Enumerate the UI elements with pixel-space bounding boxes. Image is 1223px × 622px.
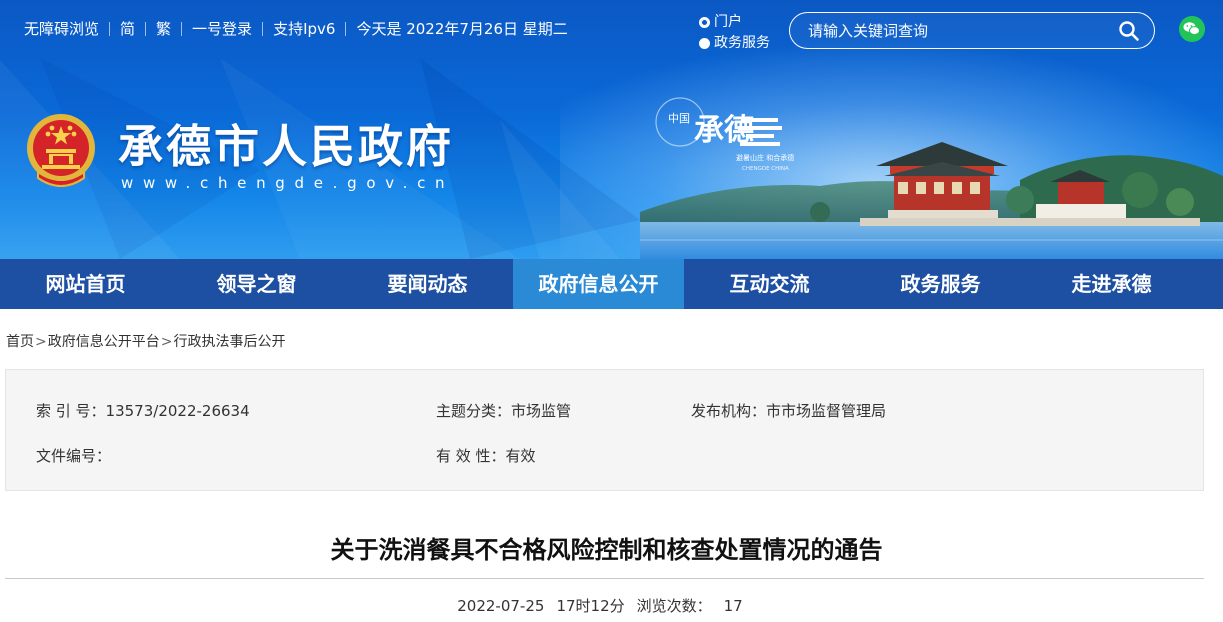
index-number: 索 引 号：13573/2022-26634 (36, 400, 250, 421)
topic-value: 市场监管 (511, 402, 572, 420)
separator (262, 21, 264, 36)
national-emblem-icon (27, 114, 95, 187)
header-banner: 无障碍浏览 简 繁 一号登录 支持Ipv6 今天是 2022年7月26日 星期二… (0, 0, 1223, 259)
search-scope: 门户 政务服务 (699, 12, 770, 54)
simplified-chinese-link[interactable]: 简 (120, 18, 135, 39)
search-box (789, 12, 1155, 49)
views-label: 浏览次数： (636, 597, 712, 615)
separator (181, 21, 183, 36)
site-url: www.chengde.gov.cn (121, 174, 455, 192)
title-divider (5, 578, 1204, 579)
nav-leaders[interactable]: 领导之窗 (171, 259, 342, 309)
document-info-box: 索 引 号：13573/2022-26634 主题分类：市场监管 发布机构：市市… (5, 369, 1204, 491)
radio-unselected[interactable] (699, 38, 710, 49)
views-count: 17 (723, 597, 743, 615)
validity-value: 有效 (505, 447, 536, 465)
article-date: 2022-07-25 (457, 597, 545, 615)
ipv6-link[interactable]: 支持Ipv6 (273, 18, 335, 39)
top-bar: 无障碍浏览 简 繁 一号登录 支持Ipv6 今天是 2022年7月26日 星期二… (0, 0, 1223, 58)
docno-label: 文件编号： (36, 447, 112, 465)
search-input[interactable] (808, 20, 1098, 42)
search-icon[interactable] (1118, 20, 1140, 42)
scope-label-portal: 门户 (714, 14, 742, 30)
scope-option-services[interactable]: 政务服务 (699, 33, 770, 54)
validity: 有 效 性：有效 (436, 445, 536, 466)
breadcrumb-separator: > (160, 334, 173, 350)
validity-label: 有 效 性： (436, 447, 506, 465)
scenic-pavilion-image (640, 142, 1223, 259)
breadcrumb-separator: > (35, 334, 47, 350)
org-label: 发布机构： (691, 402, 767, 420)
separator (345, 21, 347, 36)
document-number: 文件编号： (36, 445, 111, 466)
traditional-chinese-link[interactable]: 繁 (156, 18, 171, 39)
index-label: 索 引 号： (36, 402, 106, 420)
separator (109, 21, 111, 36)
date-text: 今天是 2022年7月26日 星期二 (356, 20, 568, 38)
breadcrumb-home[interactable]: 首页 (6, 334, 34, 350)
nav-gov-info[interactable]: 政府信息公开 (513, 259, 684, 309)
top-links: 无障碍浏览 简 繁 一号登录 支持Ipv6 今天是 2022年7月26日 星期二 (24, 18, 568, 39)
topic-category: 主题分类：市场监管 (436, 400, 571, 421)
accessibility-link[interactable]: 无障碍浏览 (24, 18, 99, 39)
article-meta: 2022-07-25 17时12分 浏览次数： 17 (0, 595, 1200, 616)
main-nav: 网站首页 领导之窗 要闻动态 政府信息公开 互动交流 政务服务 走进承德 (0, 259, 1223, 309)
nav-about-chengde[interactable]: 走进承德 (1026, 259, 1197, 309)
article-time: 17时12分 (556, 597, 625, 615)
org-value: 市市场监督管理局 (766, 402, 887, 420)
breadcrumb-current[interactable]: 行政执法事后公开 (173, 334, 285, 350)
publishing-org: 发布机构：市市场监督管理局 (691, 400, 886, 421)
article-title: 关于洗消餐具不合格风险控制和核查处置情况的通告 (330, 536, 883, 564)
scope-label-services: 政务服务 (714, 35, 770, 51)
article-views: 浏览次数： 17 (637, 597, 743, 615)
wechat-icon[interactable] (1179, 16, 1205, 42)
separator (145, 21, 147, 36)
nav-interaction[interactable]: 互动交流 (684, 259, 855, 309)
scope-option-portal[interactable]: 门户 (699, 12, 770, 33)
radio-selected[interactable] (699, 17, 710, 28)
nav-news[interactable]: 要闻动态 (342, 259, 513, 309)
breadcrumb: 首页>政府信息公开平台>行政执法事后公开 (6, 331, 285, 351)
topic-label: 主题分类： (436, 402, 512, 420)
breadcrumb-platform[interactable]: 政府信息公开平台 (48, 334, 160, 350)
nav-home[interactable]: 网站首页 (0, 259, 171, 309)
site-name: 承德市人民政府 (118, 120, 455, 173)
index-value: 13573/2022-26634 (105, 402, 250, 420)
login-link[interactable]: 一号登录 (192, 18, 252, 39)
nav-services[interactable]: 政务服务 (855, 259, 1026, 309)
